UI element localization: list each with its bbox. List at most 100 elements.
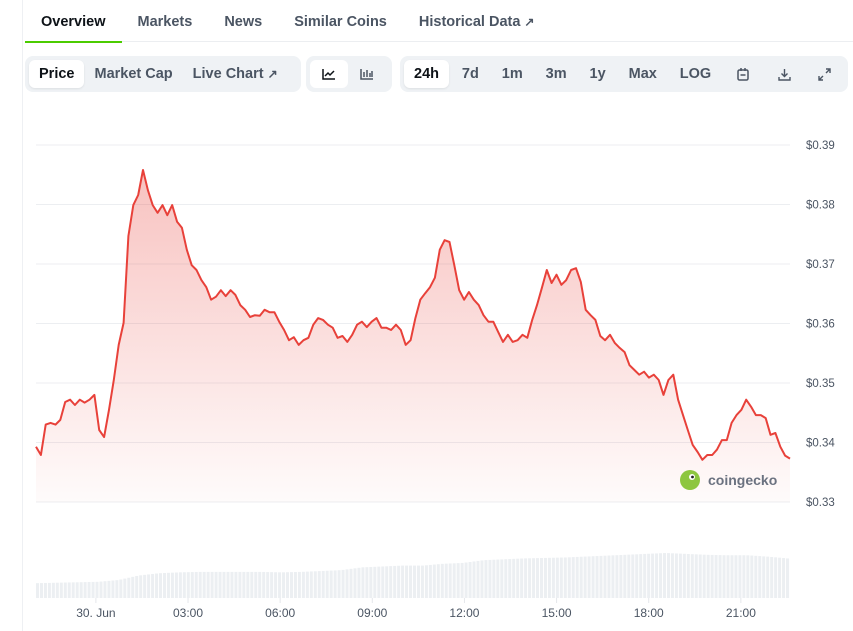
volume-bar (718, 555, 722, 598)
volume-bar (440, 563, 444, 598)
volume-bar (170, 572, 174, 598)
volume-bar (770, 556, 774, 598)
volume-bar (353, 568, 357, 598)
volume-bar (95, 581, 99, 598)
volume-bar (51, 582, 55, 598)
volume-bar (468, 561, 472, 598)
volume-bar (107, 580, 111, 598)
x-tick-label: 15:00 (542, 606, 572, 620)
volume-bar (127, 577, 131, 598)
volume-bar (464, 562, 468, 598)
volume-bar (329, 570, 333, 598)
volume-bar (377, 566, 381, 598)
volume-bar (444, 563, 448, 598)
volume-bar (413, 565, 416, 598)
volume-bar (139, 575, 143, 598)
volume-bar (452, 563, 456, 598)
volume-bar (337, 570, 341, 598)
volume-bar (405, 565, 409, 598)
volume-bar (583, 556, 587, 598)
volume-bar (194, 571, 198, 598)
volume-bar (357, 567, 361, 598)
volume-bar (321, 570, 325, 598)
volume-bar (55, 582, 59, 598)
y-tick-label: $0.38 (806, 200, 835, 212)
volume-bar (389, 566, 393, 598)
volume-bar (293, 572, 297, 598)
volume-bar (206, 571, 210, 598)
volume-bar (563, 557, 567, 598)
volume-bar (536, 558, 540, 598)
volume-bar (500, 559, 504, 598)
volume-bar (274, 572, 278, 598)
volume-bar (365, 567, 369, 598)
volume-bar (722, 555, 726, 598)
volume-bar (520, 558, 524, 598)
volume-bar (766, 556, 770, 598)
volume-bar (547, 557, 551, 598)
volume-bar (651, 553, 655, 598)
price-chart[interactable]: coingecko $0.39 $0.38 $0.37 $0.36 $0.35 $0.34… (0, 0, 853, 631)
x-tick-label: 06:00 (265, 606, 295, 620)
volume-bar (143, 574, 147, 598)
volume-bar (190, 572, 194, 598)
volume-bar (627, 554, 631, 598)
volume-bar (690, 554, 694, 598)
volume-bar (782, 558, 786, 598)
volume-bar (39, 583, 43, 598)
volume-bar (369, 567, 373, 598)
volume-bar (258, 571, 262, 598)
volume-bar (659, 553, 663, 598)
volume-bar (754, 555, 758, 598)
x-tick-label: 12:00 (449, 606, 479, 620)
volume-bar (571, 557, 575, 598)
volume-bar (131, 576, 135, 598)
volume-bar (286, 572, 290, 598)
volume-bar (238, 571, 242, 598)
x-tick-label: 21:00 (726, 606, 756, 620)
volume-bar (448, 563, 452, 598)
x-tick-label: 18:00 (634, 606, 664, 620)
volume-bar (726, 555, 730, 598)
volume-bar (702, 554, 706, 598)
volume-bar (786, 558, 790, 598)
volume-bar (317, 571, 321, 598)
volume-bar (289, 572, 293, 598)
volume-bar (409, 565, 413, 598)
volume-bar (123, 578, 127, 598)
volume-bar (43, 582, 47, 598)
volume-bar (762, 556, 766, 598)
volume-bar (147, 574, 151, 598)
volume-bar (103, 581, 107, 598)
volume-bar (508, 559, 512, 598)
volume-bar (309, 571, 313, 598)
volume-bar (301, 571, 305, 598)
x-tick-label: 03:00 (173, 606, 203, 620)
volume-bar (278, 572, 282, 598)
volume-bar (71, 582, 75, 598)
volume-bar (694, 554, 698, 598)
volume-bar (663, 553, 667, 598)
volume-bar (678, 553, 682, 598)
volume-bar (714, 555, 718, 598)
volume-bar (496, 559, 500, 598)
volume-bar (385, 566, 389, 598)
volume-bar (774, 557, 778, 598)
watermark-text: coingecko (708, 472, 777, 488)
volume-bar (607, 555, 611, 598)
volume-bar (528, 558, 532, 598)
volume-bar (666, 553, 670, 598)
volume-bar (226, 571, 230, 598)
volume-bar (210, 571, 214, 598)
volume-bar (91, 581, 95, 598)
volume-bar (567, 557, 571, 598)
volume-bar (758, 556, 762, 598)
x-tick-label: 30. Jun (76, 606, 115, 620)
volume-bar (639, 554, 643, 598)
volume-bar (472, 561, 476, 598)
volume-bar (266, 572, 270, 598)
volume-bar (222, 571, 226, 598)
volume-bar (631, 554, 635, 598)
volume-bar (75, 582, 79, 598)
volume-bar (47, 582, 51, 598)
